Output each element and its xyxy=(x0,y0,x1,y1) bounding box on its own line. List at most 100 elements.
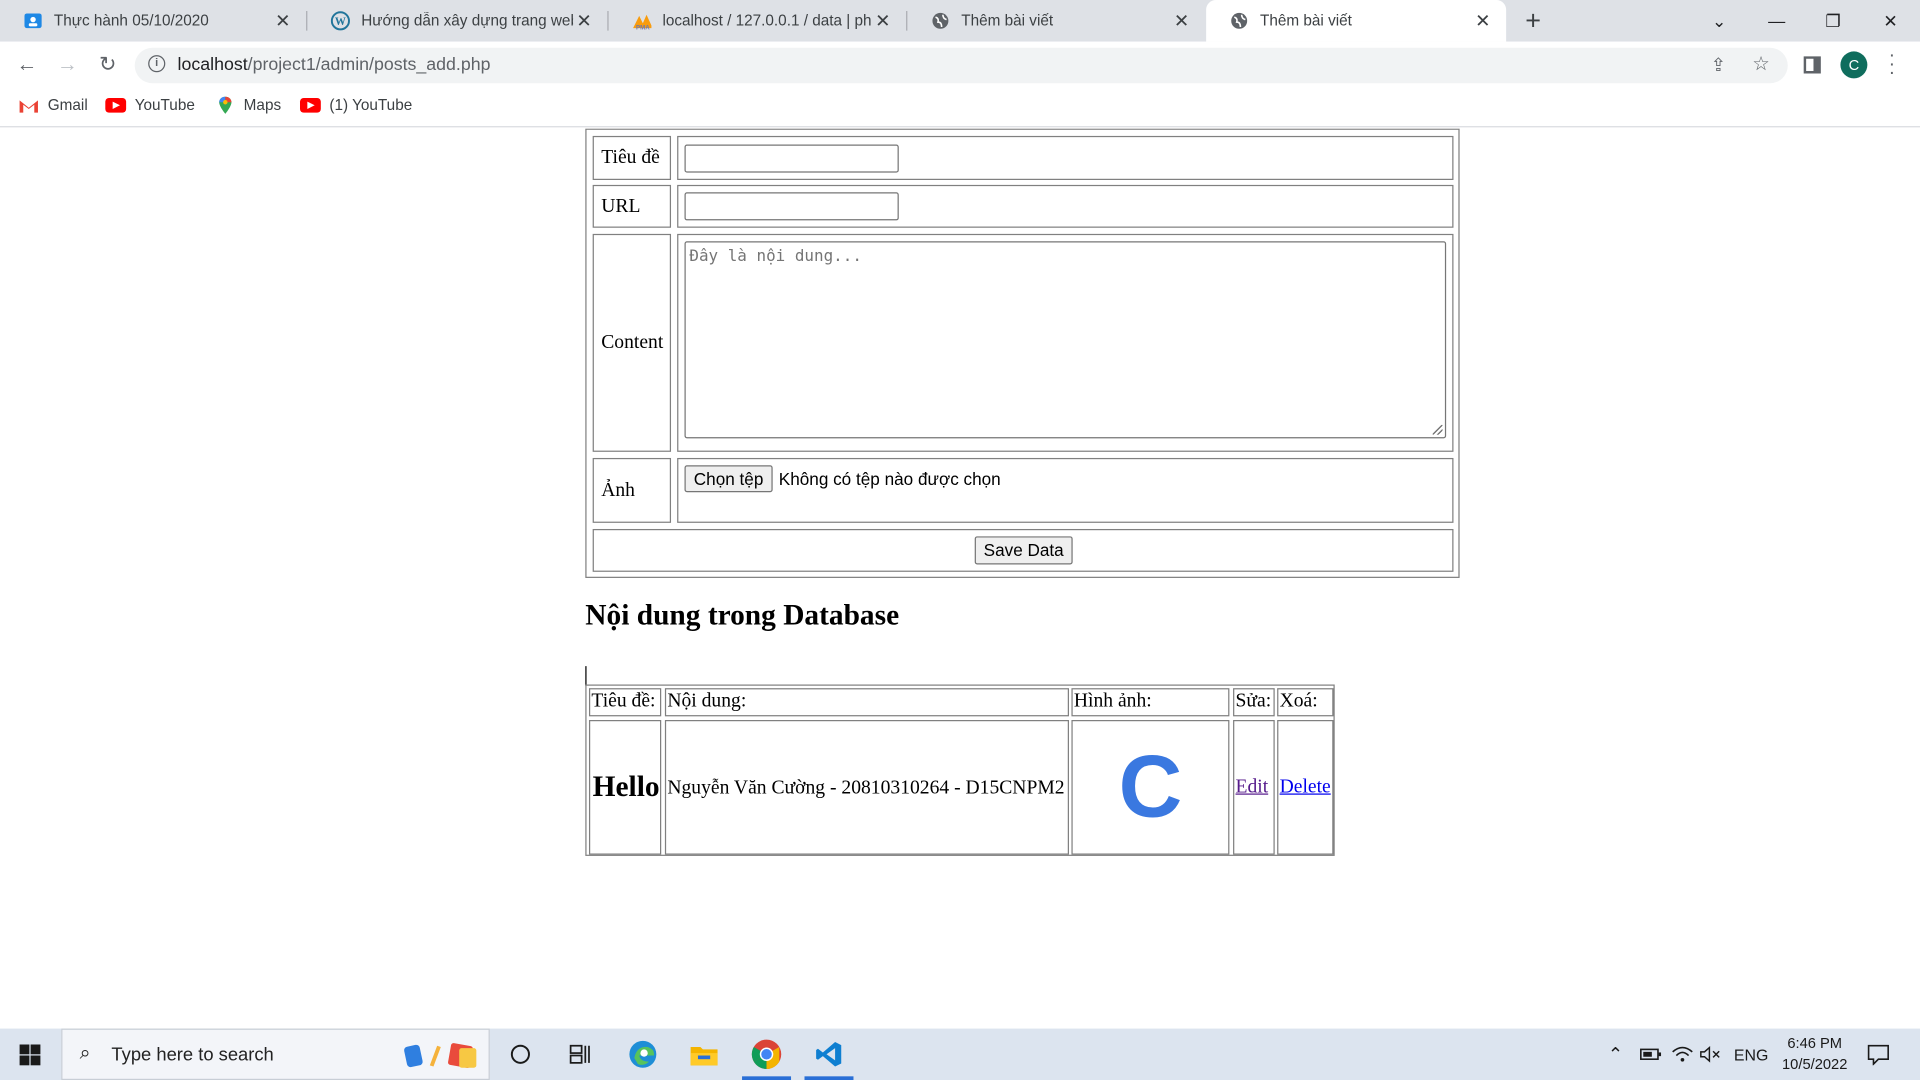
search-icon: ⌕ xyxy=(79,1043,91,1065)
url-input[interactable] xyxy=(684,192,899,221)
share-icon[interactable]: ⇪ xyxy=(1711,54,1726,76)
speaker-muted-icon[interactable] xyxy=(1700,1029,1722,1080)
post-content-text: Nguyễn Văn Cường - 20810310264 - D15CNPM… xyxy=(667,776,1065,798)
wifi-icon[interactable] xyxy=(1671,1029,1693,1080)
text-caret xyxy=(585,666,587,686)
resize-handle-icon[interactable] xyxy=(1432,424,1443,435)
url-path: /project1/admin/posts_add.php xyxy=(247,55,491,75)
windows-start-icon[interactable] xyxy=(19,1044,41,1066)
image-cell: Chọn tệp Không có tệp nào được chọn xyxy=(677,457,1454,523)
content-placeholder: Đây là nội dung... xyxy=(689,247,862,266)
globe-icon xyxy=(1229,11,1249,31)
maps-icon xyxy=(214,96,235,114)
chevron-down-icon[interactable]: ⌄ xyxy=(1691,0,1747,42)
close-icon[interactable]: ✕ xyxy=(872,10,894,32)
windows-taskbar: ⌕ Type here to search ⌃ ENG 6:46 PM 10/5… xyxy=(0,1028,1920,1080)
tab-them-bai-viet-active[interactable]: Thêm bài viết ✕ xyxy=(1206,0,1507,42)
save-cell: Save Data xyxy=(592,528,1454,572)
browser-toolbar: ← → ↻ i localhost/project1/admin/posts_a… xyxy=(0,41,1920,89)
battery-icon[interactable] xyxy=(1640,1029,1662,1080)
new-tab-button[interactable]: + xyxy=(1518,5,1547,37)
database-table: Tiêu đề: Nội dung: Hình ảnh: Sửa: Xoá: H… xyxy=(585,684,1335,856)
title-input[interactable] xyxy=(684,144,899,173)
bookmark-gmail[interactable]: Gmail xyxy=(18,97,88,114)
svg-text:W: W xyxy=(335,16,346,28)
forward-arrow-icon[interactable]: → xyxy=(51,49,83,81)
tab-strip: Thực hành 05/10/2020 ✕ W Hướng dẫn xây d… xyxy=(0,0,1920,42)
bookmark-youtube-2[interactable]: (1) YouTube xyxy=(300,97,412,114)
title-cell xyxy=(677,135,1454,181)
close-window-button[interactable]: ✕ xyxy=(1862,0,1918,42)
tab-title: Thêm bài viết xyxy=(1260,12,1352,30)
close-icon[interactable]: ✕ xyxy=(1472,10,1494,32)
restore-button[interactable]: ❐ xyxy=(1805,0,1861,42)
choose-file-button[interactable]: Chọn tệp xyxy=(684,465,773,493)
search-placeholder: Type here to search xyxy=(111,1044,274,1066)
svg-text:PMA: PMA xyxy=(636,24,650,30)
menu-dots-icon[interactable]: · · · xyxy=(1883,46,1900,83)
image-label: Ảnh xyxy=(592,457,672,523)
clock[interactable]: 6:46 PM 10/5/2022 xyxy=(1766,1033,1864,1075)
tab-phpmyadmin[interactable]: PMA localhost / 127.0.0.1 / data | php ✕ xyxy=(609,0,907,42)
close-icon[interactable]: ✕ xyxy=(573,10,595,32)
youtube-icon xyxy=(300,97,321,113)
widgets-icon[interactable] xyxy=(551,1029,610,1080)
language-indicator[interactable]: ENG xyxy=(1734,1029,1768,1080)
tab-them-bai-viet[interactable]: Thêm bài viết ✕ xyxy=(907,0,1205,42)
phpmyadmin-icon: PMA xyxy=(632,11,652,31)
tab-huong-dan[interactable]: W Hướng dẫn xây dựng trang web | ✕ xyxy=(307,0,607,42)
content-cell: Đây là nội dung... xyxy=(677,233,1454,452)
task-view-icon[interactable] xyxy=(491,1029,550,1080)
save-data-button[interactable]: Save Data xyxy=(974,536,1073,565)
cell-post-content: Nguyễn Văn Cường - 20810310264 - D15CNPM… xyxy=(664,720,1069,855)
tab-title: Hướng dẫn xây dựng trang web | xyxy=(361,12,574,30)
edge-icon[interactable] xyxy=(613,1029,672,1080)
bookmark-label: YouTube xyxy=(134,96,195,114)
address-bar[interactable]: i localhost/project1/admin/posts_add.php… xyxy=(134,47,1788,84)
avatar[interactable]: C xyxy=(1840,51,1868,79)
tab-thuc-hanh[interactable]: Thực hành 05/10/2020 ✕ xyxy=(0,0,306,42)
minimize-button[interactable]: — xyxy=(1749,0,1805,42)
reload-icon[interactable]: ↻ xyxy=(92,49,124,81)
tab-title: Thêm bài viết xyxy=(961,12,1054,30)
bookmark-maps[interactable]: Maps xyxy=(214,96,282,114)
close-icon[interactable]: ✕ xyxy=(272,10,294,32)
search-highlight-icon xyxy=(404,1043,477,1068)
url-label: URL xyxy=(592,184,672,228)
url-host: localhost xyxy=(177,55,248,75)
header-image: Hình ảnh: xyxy=(1071,688,1230,717)
post-image-thumbnail: C xyxy=(1118,738,1183,837)
bookmark-star-icon[interactable]: ☆ xyxy=(1752,51,1770,75)
notification-icon[interactable] xyxy=(1866,1029,1890,1080)
delete-link[interactable]: Delete xyxy=(1277,720,1334,855)
header-edit: Sửa: xyxy=(1233,688,1275,717)
post-form-table: Tiêu đề URL Content Đây là nội dung... Ả… xyxy=(585,128,1460,578)
back-arrow-icon[interactable]: ← xyxy=(11,49,43,81)
header-content: Nội dung: xyxy=(664,688,1069,717)
url-cell xyxy=(677,184,1454,228)
side-panel-icon[interactable] xyxy=(1803,56,1821,74)
database-heading: Nội dung trong Database xyxy=(585,600,900,632)
close-icon[interactable]: ✕ xyxy=(1171,10,1193,32)
vscode-icon[interactable] xyxy=(800,1029,859,1080)
header-delete: Xoá: xyxy=(1277,688,1334,717)
bookmark-youtube[interactable]: YouTube xyxy=(105,97,195,114)
content-label: Content xyxy=(592,233,672,452)
clock-date: 10/5/2022 xyxy=(1782,1055,1848,1073)
tab-title: localhost / 127.0.0.1 / data | php xyxy=(662,12,872,30)
globe-icon xyxy=(931,11,951,31)
bookmarks-bar: Gmail YouTube Maps (1) YouTube xyxy=(0,88,1920,128)
content-textarea[interactable]: Đây là nội dung... xyxy=(684,241,1447,439)
bookmark-label: Maps xyxy=(243,96,282,114)
url-text: localhost/project1/admin/posts_add.php xyxy=(178,55,491,75)
info-icon[interactable]: i xyxy=(148,55,166,73)
chrome-icon[interactable] xyxy=(737,1029,796,1080)
edit-link[interactable]: Edit xyxy=(1233,720,1275,855)
tray-chevron-up-icon[interactable]: ⌃ xyxy=(1608,1029,1623,1080)
youtube-icon xyxy=(105,97,127,113)
file-explorer-icon[interactable] xyxy=(675,1029,734,1080)
taskbar-search-box[interactable]: ⌕ Type here to search xyxy=(61,1028,490,1080)
classroom-icon xyxy=(23,11,43,31)
clock-time: 6:46 PM xyxy=(1787,1034,1843,1052)
cell-post-image: C xyxy=(1071,720,1230,855)
